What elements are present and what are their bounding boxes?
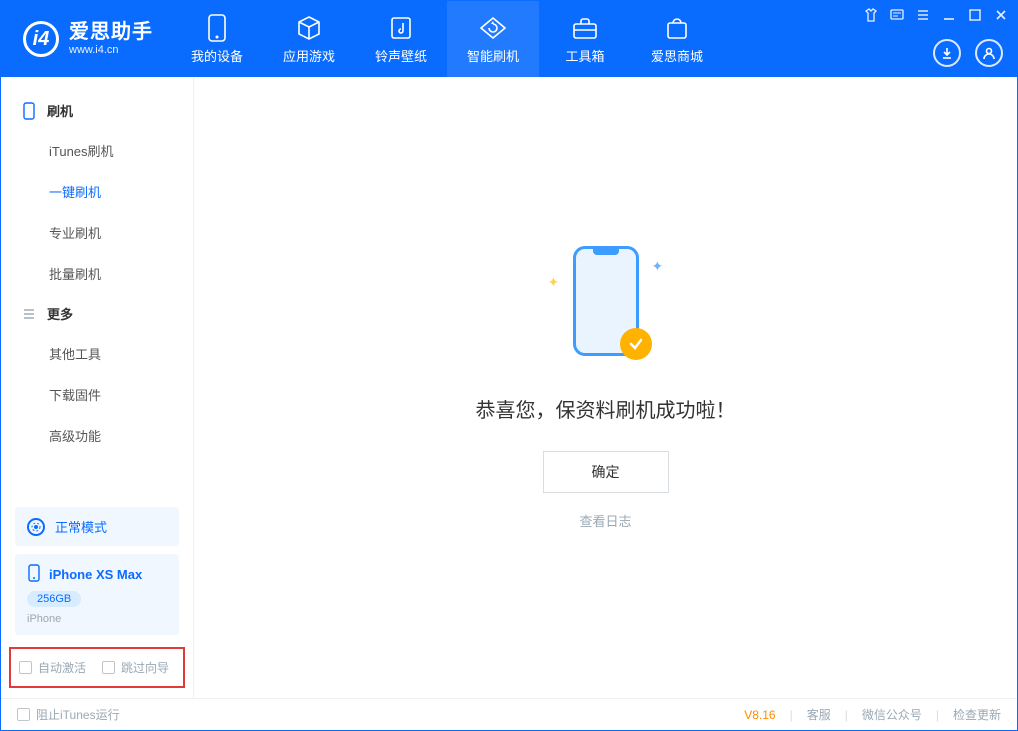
sidebar-item-download-firmware[interactable]: 下载固件: [1, 374, 193, 415]
sidebar-item-other-tools[interactable]: 其他工具: [1, 333, 193, 374]
mode-icon: [27, 518, 45, 536]
sidebar-item-pro-flash[interactable]: 专业刷机: [1, 212, 193, 253]
success-illustration: ✦ ✦: [556, 246, 656, 366]
tab-my-device[interactable]: 我的设备: [171, 1, 263, 77]
maximize-button[interactable]: [967, 7, 983, 23]
tab-toolbox[interactable]: 工具箱: [539, 1, 631, 77]
checkbox-skip-wizard[interactable]: 跳过向导: [102, 659, 169, 676]
phone-icon: [21, 103, 37, 119]
sparkle-icon: ✦: [652, 258, 662, 268]
app-window: i4 爱思助手 www.i4.cn 我的设备 应用游戏 铃声壁纸 智能刷机: [0, 0, 1018, 731]
bag-icon: [663, 14, 691, 42]
sidebar-item-batch-flash[interactable]: 批量刷机: [1, 253, 193, 294]
device-mode-box[interactable]: 正常模式: [15, 507, 179, 546]
separator: |: [790, 708, 793, 722]
music-icon: [387, 14, 415, 42]
highlighted-checkbox-row: 自动激活 跳过向导: [9, 647, 185, 688]
mode-label: 正常模式: [55, 517, 107, 536]
separator: |: [936, 708, 939, 722]
checkbox-auto-activate[interactable]: 自动激活: [19, 659, 86, 676]
separator: |: [845, 708, 848, 722]
tab-label: 应用游戏: [283, 46, 335, 65]
sidebar: 刷机 iTunes刷机 一键刷机 专业刷机 批量刷机 更多 其他工具 下载固件 …: [1, 77, 194, 698]
logo-icon: i4: [23, 21, 59, 57]
cube-icon: [295, 14, 323, 42]
checkbox-icon: [17, 708, 30, 721]
checkbox-icon: [102, 661, 115, 674]
sidebar-group-flash: 刷机: [1, 91, 193, 130]
checkbox-label: 跳过向导: [121, 659, 169, 676]
tab-label: 铃声壁纸: [375, 46, 427, 65]
phone-icon: [27, 564, 41, 585]
shirt-icon[interactable]: [863, 7, 879, 23]
tab-label: 爱思商城: [651, 46, 703, 65]
success-message: 恭喜您，保资料刷机成功啦！: [476, 394, 736, 423]
group-label: 更多: [47, 304, 73, 323]
tab-label: 智能刷机: [467, 46, 519, 65]
close-button[interactable]: [993, 7, 1009, 23]
sparkle-icon: ✦: [548, 274, 558, 284]
tab-store[interactable]: 爱思商城: [631, 1, 723, 77]
tab-smart-flash[interactable]: 智能刷机: [447, 1, 539, 77]
download-button[interactable]: [933, 39, 961, 67]
toolbox-icon: [571, 14, 599, 42]
header-tabs: 我的设备 应用游戏 铃声壁纸 智能刷机 工具箱 爱思商城: [171, 1, 723, 77]
footer: 阻止iTunes运行 V8.16 | 客服 | 微信公众号 | 检查更新: [1, 698, 1017, 730]
device-name-row: iPhone XS Max: [27, 564, 167, 585]
menu-icon[interactable]: [915, 7, 931, 23]
footer-right: V8.16 | 客服 | 微信公众号 | 检查更新: [744, 706, 1001, 723]
sidebar-item-oneclick-flash[interactable]: 一键刷机: [1, 171, 193, 212]
user-button[interactable]: [975, 39, 1003, 67]
tab-label: 我的设备: [191, 46, 243, 65]
device-name: iPhone XS Max: [49, 567, 142, 582]
sidebar-item-advanced[interactable]: 高级功能: [1, 415, 193, 456]
body: 刷机 iTunes刷机 一键刷机 专业刷机 批量刷机 更多 其他工具 下载固件 …: [1, 77, 1017, 698]
logo-text: 爱思助手 www.i4.cn: [69, 22, 153, 56]
feedback-icon[interactable]: [889, 7, 905, 23]
ok-button[interactable]: 确定: [543, 451, 669, 493]
refresh-icon: [479, 14, 507, 42]
header: i4 爱思助手 www.i4.cn 我的设备 应用游戏 铃声壁纸 智能刷机: [1, 1, 1017, 77]
app-title: 爱思助手: [69, 22, 153, 42]
checkbox-block-itunes[interactable]: 阻止iTunes运行: [17, 706, 120, 723]
version-label: V8.16: [744, 708, 775, 722]
checkbox-icon: [19, 661, 32, 674]
group-label: 刷机: [47, 101, 73, 120]
logo-area: i4 爱思助手 www.i4.cn: [1, 1, 171, 77]
tab-label: 工具箱: [565, 46, 604, 65]
header-actions: [933, 39, 1003, 67]
view-log-link[interactable]: 查看日志: [579, 511, 631, 530]
checkmark-badge-icon: [620, 328, 652, 360]
app-url: www.i4.cn: [69, 44, 153, 56]
device-icon: [203, 14, 231, 42]
support-link[interactable]: 客服: [807, 706, 831, 723]
list-icon: [21, 306, 37, 322]
device-info-box[interactable]: iPhone XS Max 256GB iPhone: [15, 554, 179, 635]
checkbox-label: 自动激活: [38, 659, 86, 676]
sidebar-group-more: 更多: [1, 294, 193, 333]
tab-apps-games[interactable]: 应用游戏: [263, 1, 355, 77]
storage-badge: 256GB: [27, 591, 81, 607]
checkbox-label: 阻止iTunes运行: [36, 706, 120, 723]
check-update-link[interactable]: 检查更新: [953, 706, 1001, 723]
window-controls: [863, 7, 1009, 23]
main-content: ✦ ✦ 恭喜您，保资料刷机成功啦！ 确定 查看日志: [194, 77, 1017, 698]
wechat-link[interactable]: 微信公众号: [862, 706, 922, 723]
device-type: iPhone: [27, 613, 167, 625]
minimize-button[interactable]: [941, 7, 957, 23]
sidebar-item-itunes-flash[interactable]: iTunes刷机: [1, 130, 193, 171]
tab-ringtones-wallpapers[interactable]: 铃声壁纸: [355, 1, 447, 77]
